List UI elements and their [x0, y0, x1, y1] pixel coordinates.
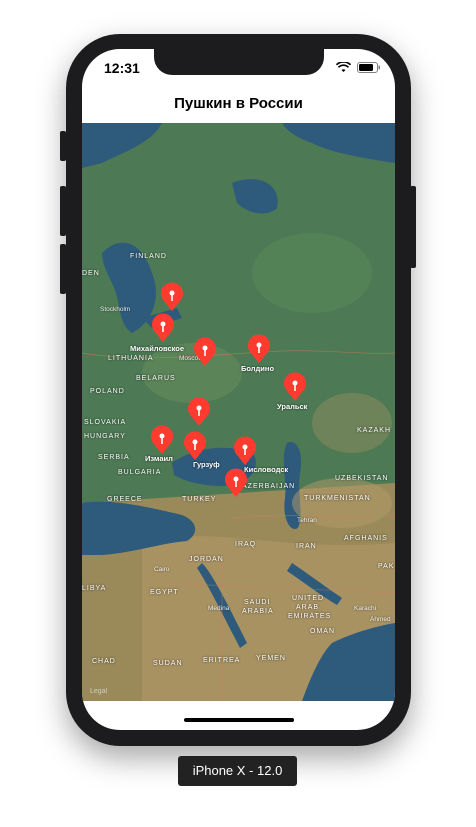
label-tehran: Tehran	[297, 517, 317, 524]
pin-label-boldino: Болдино	[241, 364, 275, 373]
notch	[154, 49, 324, 75]
label-uae-3: EMIRATES	[288, 613, 332, 620]
label-iran: IRAN	[296, 543, 317, 550]
label-saudi-arabia-2: ARABIA	[242, 608, 274, 615]
label-saudi-arabia-1: SAUDI	[244, 599, 271, 606]
label-uae-2: ARAB	[296, 604, 320, 611]
label-yemen: YEMEN	[256, 655, 286, 662]
label-pakistan: PAK	[378, 563, 395, 570]
volume-up-button	[60, 186, 66, 236]
label-uae-1: UNITED	[292, 595, 325, 602]
label-sweden: DEN	[82, 270, 100, 277]
label-chad: CHAD	[92, 658, 116, 665]
map-legal-link[interactable]: Legal	[90, 688, 107, 695]
label-kazakhstan: KAZAKH	[357, 427, 392, 434]
map-pin-izmail[interactable]	[150, 425, 174, 455]
label-jordan: JORDAN	[189, 556, 224, 563]
mute-switch	[60, 131, 66, 161]
label-serbia: SERBIA	[98, 454, 130, 461]
map-pin-erzurum[interactable]	[224, 468, 248, 498]
label-stockholm: Stockholm	[100, 306, 131, 313]
label-bulgaria: BULGARIA	[118, 469, 162, 476]
map-pin-kislovodsk[interactable]	[233, 436, 257, 466]
screen: 12:31 Пушкин в России FINLAND DEN Stockh…	[82, 49, 395, 730]
pin-label-izmail: Измаил	[145, 454, 173, 463]
label-egypt: EGYPT	[150, 589, 179, 596]
label-medina: Medina	[208, 605, 230, 612]
map-pin-gurzuf[interactable]	[183, 431, 207, 461]
label-cairo: Cairo	[154, 566, 170, 573]
label-karachi: Karachi	[354, 605, 377, 612]
pin-label-uralsk: Уральск	[277, 402, 308, 411]
map-pin-mikhailovskoe[interactable]	[151, 313, 175, 343]
home-indicator[interactable]	[184, 718, 294, 722]
status-icons	[336, 62, 381, 73]
satellite-map-background	[82, 123, 395, 701]
label-azerbaijan: AZERBAIJAN	[242, 483, 296, 490]
label-uzbekistan: UZBEKISTAN	[335, 475, 389, 482]
label-iraq: IRAQ	[235, 541, 257, 548]
map-pin-moscow[interactable]	[193, 337, 217, 367]
map-view[interactable]: FINLAND DEN Stockholm LITHUANIA Moscow B…	[82, 123, 395, 701]
label-sudan: SUDAN	[153, 660, 183, 667]
label-poland: POLAND	[90, 388, 125, 395]
label-greece: GREECE	[107, 496, 143, 503]
pin-label-mikhailovskoe: Михайловское	[130, 344, 185, 353]
label-turkey: TURKEY	[182, 496, 217, 503]
label-ahmed: Ahmed	[370, 616, 391, 623]
label-lithuania: LITHUANIA	[108, 355, 154, 362]
label-finland: FINLAND	[130, 253, 167, 260]
wifi-icon	[336, 62, 351, 72]
label-eritrea: ERITREA	[203, 657, 241, 664]
map-pin-boldino[interactable]	[247, 334, 271, 364]
map-pin-kishinev[interactable]	[187, 397, 211, 427]
battery-icon	[357, 62, 380, 73]
label-libya: LIBYA	[82, 585, 107, 592]
label-belarus: BELARUS	[136, 375, 176, 382]
pin-label-gurzuf: Гурзуф	[193, 460, 220, 469]
device-label: iPhone X - 12.0	[178, 756, 297, 786]
power-button	[410, 186, 416, 268]
label-hungary: HUNGARY	[84, 433, 126, 440]
map-pin-uralsk[interactable]	[283, 372, 307, 402]
status-time: 12:31	[104, 60, 140, 76]
label-afghanistan: AFGHANIS	[344, 535, 388, 542]
label-turkmenistan: TURKMENISTAN	[304, 495, 371, 502]
page-title: Пушкин в России	[174, 95, 303, 112]
pin-label-kislovodsk: Кисловодск	[244, 465, 289, 474]
label-oman: OMAN	[310, 628, 335, 635]
label-slovakia: SLOVAKIA	[84, 419, 127, 426]
map-pin-st-petersburg[interactable]	[160, 282, 184, 312]
volume-down-button	[60, 244, 66, 294]
